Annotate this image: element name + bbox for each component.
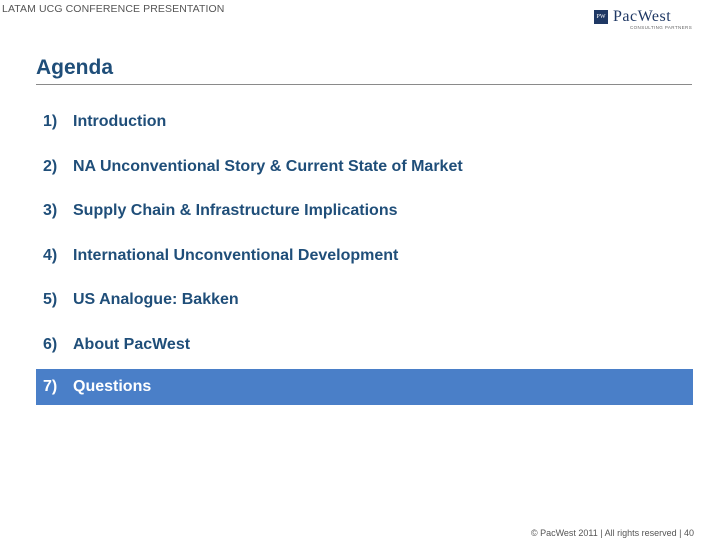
agenda-item-number: 2) bbox=[43, 157, 58, 175]
agenda-item-na-unconventional[interactable]: 2) NA Unconventional Story & Current Stat… bbox=[36, 147, 693, 183]
agenda-item-about-pacwest[interactable]: 6) About PacWest bbox=[36, 325, 693, 361]
agenda-item-number: 3) bbox=[43, 202, 58, 219]
logo-tagline: CONSULTING PARTNERS bbox=[630, 25, 693, 30]
slide-title: Agenda bbox=[36, 56, 114, 79]
agenda-item-number: 6) bbox=[43, 335, 58, 353]
agenda-item-label: About PacWest bbox=[73, 335, 191, 353]
logo-mark-icon: PW bbox=[594, 10, 608, 24]
title-divider bbox=[36, 84, 692, 85]
agenda-item-questions[interactable]: 7) Questions bbox=[36, 369, 693, 405]
agenda-item-us-analogue[interactable]: 5) US Analogue: Bakken bbox=[36, 280, 693, 316]
footer-copyright: © PacWest 2011 | All rights reserved | 4… bbox=[530, 528, 694, 538]
agenda-item-supply-chain[interactable]: 3) Supply Chain & Infrastructure Implicat… bbox=[36, 191, 693, 227]
agenda-list: 1) Introduction 2) NA Unconventional Story… bbox=[36, 102, 693, 414]
agenda-item-number: 1) bbox=[43, 113, 58, 130]
agenda-item-number: 7) bbox=[43, 378, 58, 395]
agenda-item-label: Introduction bbox=[73, 113, 167, 130]
agenda-item-label: NA Unconventional Story & Current State … bbox=[73, 157, 463, 175]
agenda-item-label: Supply Chain & Infrastructure Implicatio… bbox=[73, 202, 398, 219]
presentation-label: LATAM UCG CONFERENCE PRESENTATION bbox=[2, 3, 225, 15]
agenda-item-introduction[interactable]: 1) Introduction bbox=[36, 102, 693, 138]
logo-wordmark: PacWest bbox=[613, 8, 672, 25]
agenda-item-number: 4) bbox=[43, 246, 58, 264]
agenda-item-label: US Analogue: Bakken bbox=[73, 291, 239, 308]
agenda-item-international[interactable]: 4) International Unconventional Developme… bbox=[36, 236, 693, 272]
agenda-item-label: International Unconventional Development bbox=[73, 246, 399, 264]
agenda-item-number: 5) bbox=[43, 291, 58, 308]
agenda-item-label: Questions bbox=[73, 378, 152, 395]
